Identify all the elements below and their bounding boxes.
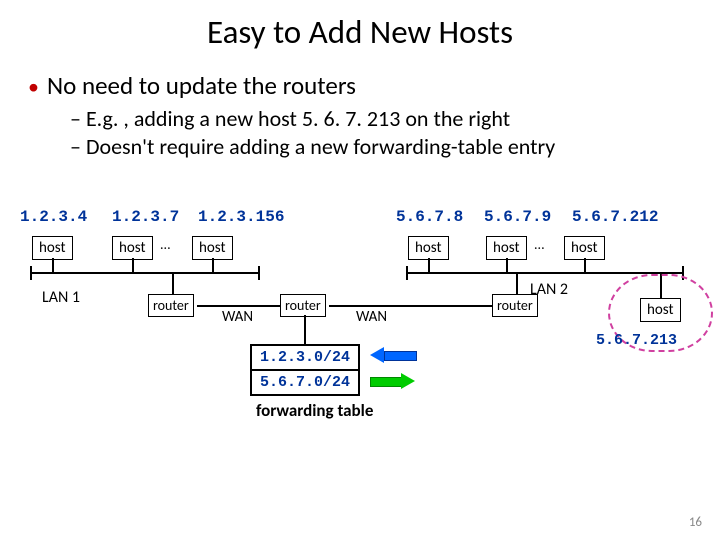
router-box: router: [148, 294, 194, 317]
ip-lan2-1: 5.6.7.9: [484, 208, 551, 226]
host-box: host: [32, 236, 73, 260]
bullet-sub-1-text: E.g. , adding a new host 5. 6. 7. 213 on…: [86, 105, 510, 132]
wan-link: [197, 305, 280, 307]
host-box: host: [486, 236, 527, 260]
hosts-ellipsis: ...: [160, 236, 171, 253]
wan-link: [414, 305, 492, 307]
host-box: host: [408, 236, 449, 260]
wan-link: [329, 305, 414, 307]
router-box: router: [280, 294, 326, 317]
bullet-dot: •: [28, 73, 39, 100]
arrow-left-icon: [370, 348, 415, 362]
lan1-bus: [30, 272, 260, 274]
slide-number: 16: [689, 515, 702, 530]
line: [406, 266, 408, 280]
network-diagram: 1.2.3.4 1.2.3.7 1.2.3.156 host host ... …: [0, 178, 720, 498]
host-box: host: [192, 236, 233, 260]
line: [584, 258, 586, 272]
forwarding-table: 1.2.3.0/24 5.6.7.0/24: [250, 344, 360, 396]
table-row: 5.6.7.0/24: [252, 371, 358, 394]
line: [30, 266, 32, 280]
bullet-sub-1: – E.g. , adding a new host 5. 6. 7. 213 …: [70, 105, 720, 133]
line: [172, 272, 174, 294]
arrow-right-icon: [370, 374, 415, 388]
lan2-bus: [406, 272, 684, 274]
bullet-sub-2: – Doesn't require adding a new forwardin…: [70, 133, 720, 161]
line: [212, 258, 214, 272]
ip-lan2-2: 5.6.7.212: [572, 208, 658, 226]
line: [258, 266, 260, 280]
hosts-ellipsis: ...: [534, 236, 545, 253]
line: [516, 272, 518, 294]
host-box: host: [564, 236, 605, 260]
table-row: 1.2.3.0/24: [252, 346, 358, 371]
ip-lan2-0: 5.6.7.8: [396, 208, 463, 226]
new-host-ip: 5.6.7.213: [596, 332, 677, 349]
host-box: host: [112, 236, 153, 260]
line: [52, 258, 54, 272]
line: [506, 258, 508, 272]
bullet-main: • No need to update the routers: [28, 70, 720, 101]
ip-lan1-0: 1.2.3.4: [20, 208, 87, 226]
lan1-label: LAN 1: [42, 288, 80, 307]
ip-lan1-2: 1.2.3.156: [198, 208, 284, 226]
line: [132, 258, 134, 272]
line: [428, 258, 430, 272]
router-box: router: [492, 294, 538, 317]
forwarding-table-caption: forwarding table: [256, 400, 373, 421]
ip-lan1-1: 1.2.3.7: [112, 208, 179, 226]
new-host-box: host: [640, 298, 681, 322]
bullet-main-text: No need to update the routers: [47, 70, 356, 101]
line: [304, 315, 306, 345]
wan-label: WAN: [356, 308, 387, 326]
wan-label: WAN: [222, 308, 253, 326]
slide-title: Easy to Add New Hosts: [0, 0, 720, 52]
bullet-sub-2-text: Doesn't require adding a new forwarding-…: [86, 133, 555, 160]
